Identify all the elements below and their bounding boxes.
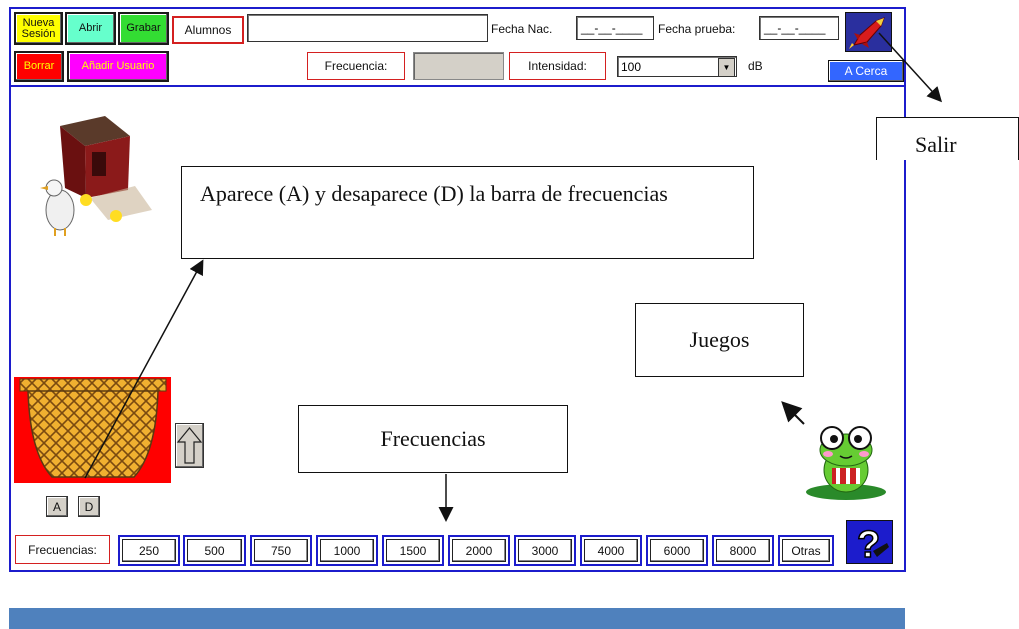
bottom-blue-bar [9,608,905,629]
barra-arrow [84,259,204,479]
juegos-arrow [781,401,805,425]
salir-arrow [878,32,943,103]
annotation-arrows [84,32,943,522]
